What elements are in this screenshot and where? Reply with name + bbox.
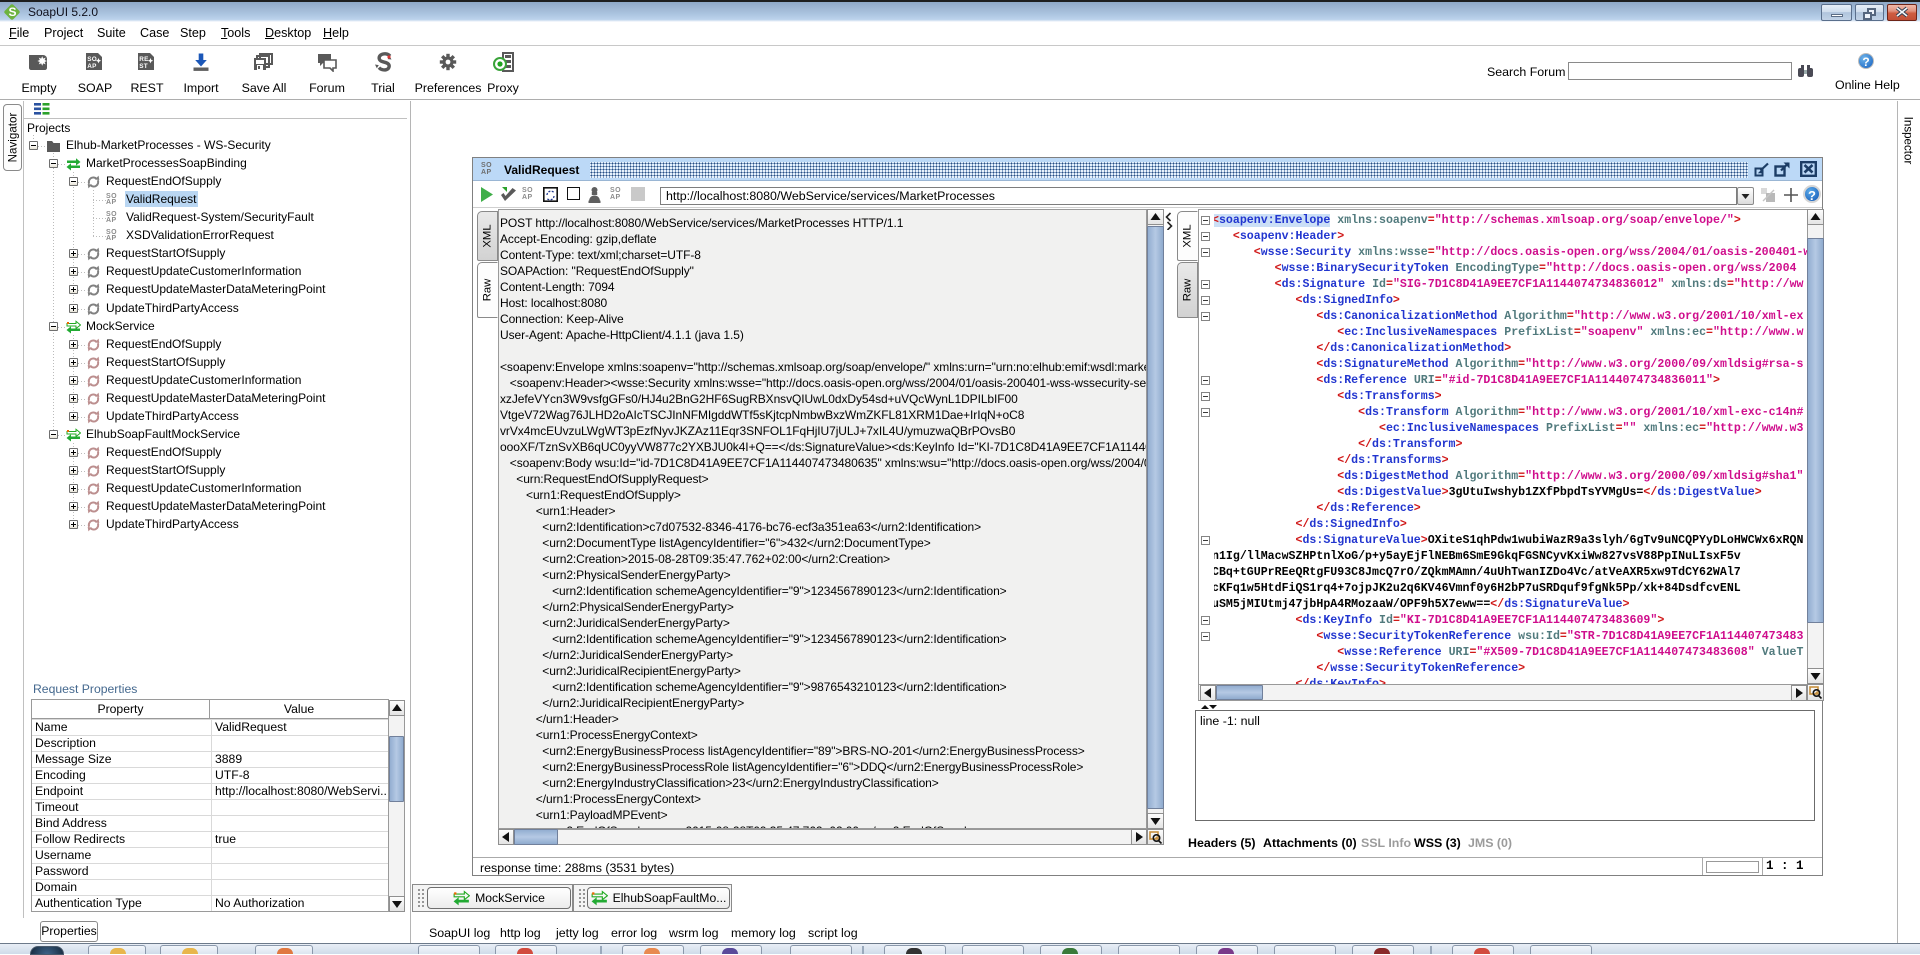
svg-text:ST: ST (139, 63, 148, 70)
svg-text:RE: RE (139, 56, 149, 63)
svg-text:SO: SO (87, 56, 97, 63)
svg-text:AP: AP (87, 63, 97, 70)
